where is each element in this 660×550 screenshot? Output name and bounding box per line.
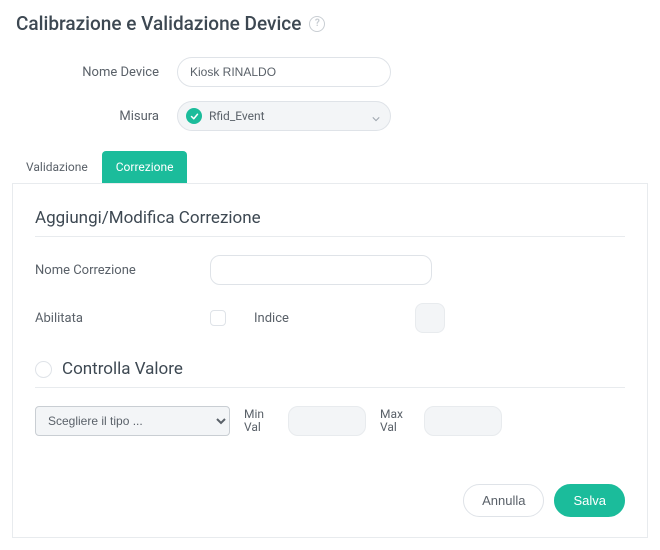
section-title-correction: Aggiungi/Modifica Correzione (35, 208, 625, 228)
check-value-title: Controlla Valore (62, 359, 183, 379)
check-icon (186, 108, 202, 124)
page-title-text: Calibrazione e Validazione Device (16, 12, 301, 35)
min-val-input[interactable] (288, 406, 366, 436)
tabs: Validazione Correzione (12, 151, 648, 184)
row-device: Nome Device (12, 57, 648, 87)
check-value-checkbox[interactable] (35, 361, 52, 378)
device-label: Nome Device (12, 65, 177, 80)
save-button[interactable]: Salva (554, 484, 625, 517)
index-input[interactable] (415, 303, 445, 333)
index-label: Indice (254, 311, 289, 326)
measure-label: Misura (12, 109, 177, 124)
enabled-checkbox[interactable] (210, 310, 226, 326)
chevron-down-icon (372, 112, 380, 120)
check-value-head: Controlla Valore (35, 359, 625, 379)
row-correction-name: Nome Correzione (35, 255, 625, 285)
correction-panel: Aggiungi/Modifica Correzione Nome Correz… (12, 184, 648, 538)
row-value-controls: Scegliere il tipo ... Min Val Max Val (35, 406, 625, 436)
divider (35, 236, 625, 237)
correction-name-input[interactable] (210, 255, 432, 285)
device-name-input[interactable] (177, 57, 391, 87)
footer-actions: Annulla Salva (35, 484, 625, 517)
max-label: Max Val (380, 408, 410, 434)
cancel-button[interactable]: Annulla (463, 484, 544, 517)
page-title: Calibrazione e Validazione Device ? (12, 12, 648, 35)
help-icon[interactable]: ? (309, 16, 325, 32)
enabled-label: Abilitata (35, 311, 210, 326)
measure-select[interactable]: Rfid_Event (177, 101, 391, 131)
row-measure: Misura Rfid_Event (12, 101, 648, 131)
tab-validation[interactable]: Validazione (12, 151, 102, 183)
row-enabled: Abilitata Indice (35, 303, 625, 333)
type-select[interactable]: Scegliere il tipo ... (35, 406, 230, 436)
max-val-input[interactable] (424, 406, 502, 436)
tab-correction[interactable]: Correzione (102, 151, 188, 183)
min-label: Min Val (244, 408, 274, 434)
correction-name-label: Nome Correzione (35, 263, 210, 278)
divider-2 (35, 387, 625, 388)
measure-value: Rfid_Event (209, 109, 265, 123)
